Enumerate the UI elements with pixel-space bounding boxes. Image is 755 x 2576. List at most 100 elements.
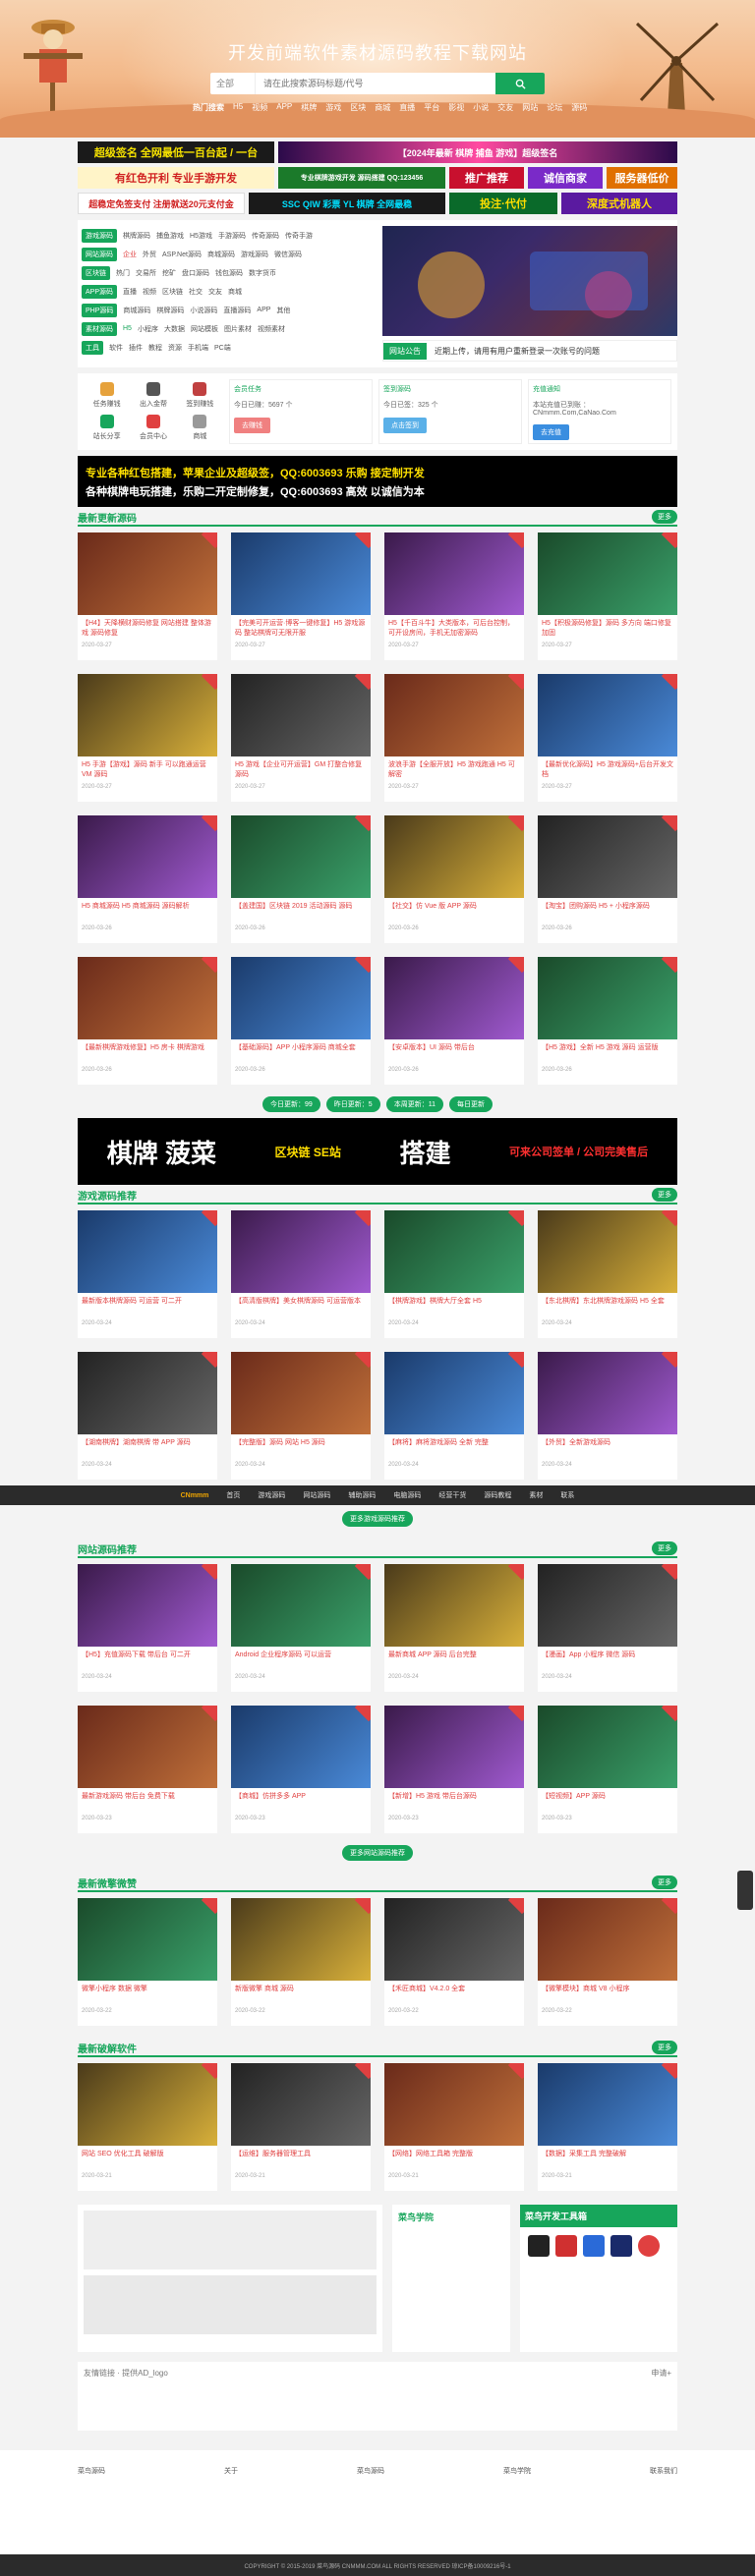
source-card[interactable]: 波浪手游【全服开放】H5 游戏跑通 H5 可解密 2020-03-27: [384, 674, 524, 802]
card-title[interactable]: 【外贸】全新游戏源码: [538, 1434, 677, 1460]
card-thumbnail[interactable]: [231, 1706, 371, 1788]
source-card[interactable]: 【湖南棋牌】湖南棋牌 带 APP 源码 2020-03-24: [78, 1352, 217, 1480]
photoshop-icon[interactable]: [610, 2235, 632, 2257]
card-title[interactable]: H5【千百斗牛】大类版本，可后台控制，可开设房间，手机无加密源码: [384, 615, 524, 641]
hot-word[interactable]: 平台: [424, 102, 439, 113]
category-link[interactable]: 传奇源码: [252, 231, 279, 241]
category-tag[interactable]: 工具: [82, 340, 103, 355]
source-card[interactable]: 【漫画】App 小程序 微信 源码 2020-03-24: [538, 1564, 677, 1692]
card-thumbnail[interactable]: [384, 957, 524, 1039]
category-link[interactable]: 捕鱼游戏: [156, 231, 184, 241]
category-tag[interactable]: 区块链: [82, 265, 110, 280]
logo[interactable]: CNmmm: [181, 1492, 209, 1499]
card-thumbnail[interactable]: [231, 674, 371, 756]
category-link[interactable]: 棋牌源码: [156, 306, 184, 315]
article-thumb[interactable]: [84, 2275, 377, 2334]
ad-banner[interactable]: 超级签名 全网最低一百台起 / 一台: [78, 141, 274, 163]
source-card[interactable]: 【基础源码】APP 小程序源码 商城全套 2020-03-26: [231, 957, 371, 1085]
article-thumb[interactable]: [84, 2211, 377, 2269]
side-toolbar[interactable]: [737, 1871, 753, 1910]
search-input[interactable]: [256, 73, 495, 94]
nav-link[interactable]: 源码教程: [484, 1490, 511, 1500]
card-title[interactable]: 【微擎模块】商城 V8 小程序: [538, 1981, 677, 2006]
featured-game-banner[interactable]: [382, 226, 677, 336]
card-title[interactable]: 【盖建国】区块链 2019 活动源码 源码: [231, 898, 371, 924]
source-card[interactable]: H5 商城源码 H5 商城源码 源码解析 2020-03-26: [78, 815, 217, 943]
source-card[interactable]: 【微擎模块】商城 V8 小程序 2020-03-22: [538, 1898, 677, 2026]
more-button[interactable]: 更多: [652, 510, 677, 524]
category-link[interactable]: 手机端: [188, 343, 208, 353]
category-link[interactable]: 直播: [123, 287, 137, 297]
apply-link[interactable]: 申请+: [651, 2368, 671, 2379]
category-link[interactable]: 外贸: [143, 250, 156, 259]
mid-ad-banner[interactable]: 专业各种红包搭建，苹果企业及超级签，QQ:6003693 乐购 接定制开发 各种…: [78, 456, 677, 507]
category-link[interactable]: 网站模板: [191, 324, 218, 334]
recharge-button[interactable]: 去充值: [533, 424, 569, 440]
source-card[interactable]: 【外贸】全新游戏源码 2020-03-24: [538, 1352, 677, 1480]
notice-text[interactable]: 近期上传，请用有用户重新登录一次账号的问题: [435, 346, 600, 357]
card-thumbnail[interactable]: [231, 815, 371, 898]
source-card[interactable]: 【短视频】APP 源码 2020-03-23: [538, 1706, 677, 1833]
source-card[interactable]: H5【积极源码修复】源码 多方向 端口修复加固 2020-03-27: [538, 532, 677, 660]
source-card[interactable]: 【运维】服务器管理工具 2020-03-21: [231, 2063, 371, 2191]
category-link[interactable]: 企业: [123, 250, 137, 259]
category-tag[interactable]: APP源码: [82, 284, 118, 299]
card-title[interactable]: 【数据】采集工具 完整破解: [538, 2146, 677, 2171]
ad-banner[interactable]: 推广推荐: [449, 167, 524, 189]
source-card[interactable]: 【最新优化源码】H5 游戏源码+后台开发文档 2020-03-27: [538, 674, 677, 802]
category-link[interactable]: 直播源码: [223, 306, 251, 315]
tool-icon[interactable]: [638, 2235, 660, 2257]
card-thumbnail[interactable]: [231, 532, 371, 615]
hot-word[interactable]: 棋牌: [301, 102, 317, 113]
source-card[interactable]: 最新版本棋牌源码 可运营 可二开 2020-03-24: [78, 1210, 217, 1338]
quick-link[interactable]: 出入金帮: [130, 379, 176, 412]
source-card[interactable]: 微擎小程序 数据 微擎 2020-03-22: [78, 1898, 217, 2026]
sign-button[interactable]: 点击签到: [383, 418, 427, 433]
card-thumbnail[interactable]: [78, 2063, 217, 2146]
card-thumbnail[interactable]: [384, 1898, 524, 1981]
card-title[interactable]: H5 游戏【企业可开运营】GM 打整合修复源码: [231, 756, 371, 782]
card-thumbnail[interactable]: [231, 1210, 371, 1293]
hot-word[interactable]: 小说: [473, 102, 489, 113]
card-title[interactable]: 【短视频】APP 源码: [538, 1788, 677, 1814]
ad-banner[interactable]: 有红色开利 专业手游开发: [78, 167, 274, 189]
quick-link[interactable]: 任务赚钱: [84, 379, 130, 412]
card-thumbnail[interactable]: [538, 674, 677, 756]
card-thumbnail[interactable]: [384, 1706, 524, 1788]
card-thumbnail[interactable]: [538, 815, 677, 898]
category-link[interactable]: 教程: [148, 343, 162, 353]
source-card[interactable]: 【淘宝】团购源码 H5 + 小程序源码 2020-03-26: [538, 815, 677, 943]
card-title[interactable]: 【完美可开运营·博客一键修复】H5 游戏源码 整站棋牌可无限开服: [231, 615, 371, 641]
card-title[interactable]: 最新版本棋牌源码 可运营 可二开: [78, 1293, 217, 1318]
card-thumbnail[interactable]: [384, 1352, 524, 1434]
hot-word[interactable]: 视频: [252, 102, 267, 113]
card-title[interactable]: 【H5】充值源码下载 带后台 可二开: [78, 1647, 217, 1672]
card-thumbnail[interactable]: [78, 1706, 217, 1788]
category-link[interactable]: 盘口源码: [182, 268, 209, 278]
card-thumbnail[interactable]: [78, 532, 217, 615]
hot-word[interactable]: H5: [233, 102, 243, 113]
card-title[interactable]: H5 手游【游戏】源码 新手 可以跑通运营 VM 源码: [78, 756, 217, 782]
hot-word[interactable]: 商城: [375, 102, 390, 113]
card-title[interactable]: 新版微擎 商城 源码: [231, 1981, 371, 2006]
category-link[interactable]: 手游源码: [218, 231, 246, 241]
earn-button[interactable]: 去赚钱: [234, 418, 270, 433]
card-title[interactable]: 【基础源码】APP 小程序源码 商城全套: [231, 1039, 371, 1065]
card-thumbnail[interactable]: [384, 815, 524, 898]
card-title[interactable]: 【H4】天降横财源码修复 网站搭建 整体游戏 源码修复: [78, 615, 217, 641]
category-link[interactable]: H5: [123, 325, 132, 332]
card-title[interactable]: H5 商城源码 H5 商城源码 源码解析: [78, 898, 217, 924]
hot-word[interactable]: 影视: [448, 102, 464, 113]
card-title[interactable]: H5【积极源码修复】源码 多方向 端口修复加固: [538, 615, 677, 641]
card-thumbnail[interactable]: [78, 1352, 217, 1434]
ad-banner[interactable]: 【2024年最新 棋牌 捕鱼 游戏】超级签名: [278, 141, 677, 163]
tool-h-icon[interactable]: [528, 2235, 550, 2257]
card-thumbnail[interactable]: [538, 1210, 677, 1293]
card-title[interactable]: Android 企业程序源码 可以运营: [231, 1647, 371, 1672]
card-thumbnail[interactable]: [538, 1352, 677, 1434]
card-thumbnail[interactable]: [384, 2063, 524, 2146]
stat-button[interactable]: 每日更新: [448, 1096, 493, 1112]
ad-banner[interactable]: 深度式机器人: [561, 193, 677, 214]
more-button[interactable]: 更多: [652, 1876, 677, 1889]
card-thumbnail[interactable]: [78, 1898, 217, 1981]
